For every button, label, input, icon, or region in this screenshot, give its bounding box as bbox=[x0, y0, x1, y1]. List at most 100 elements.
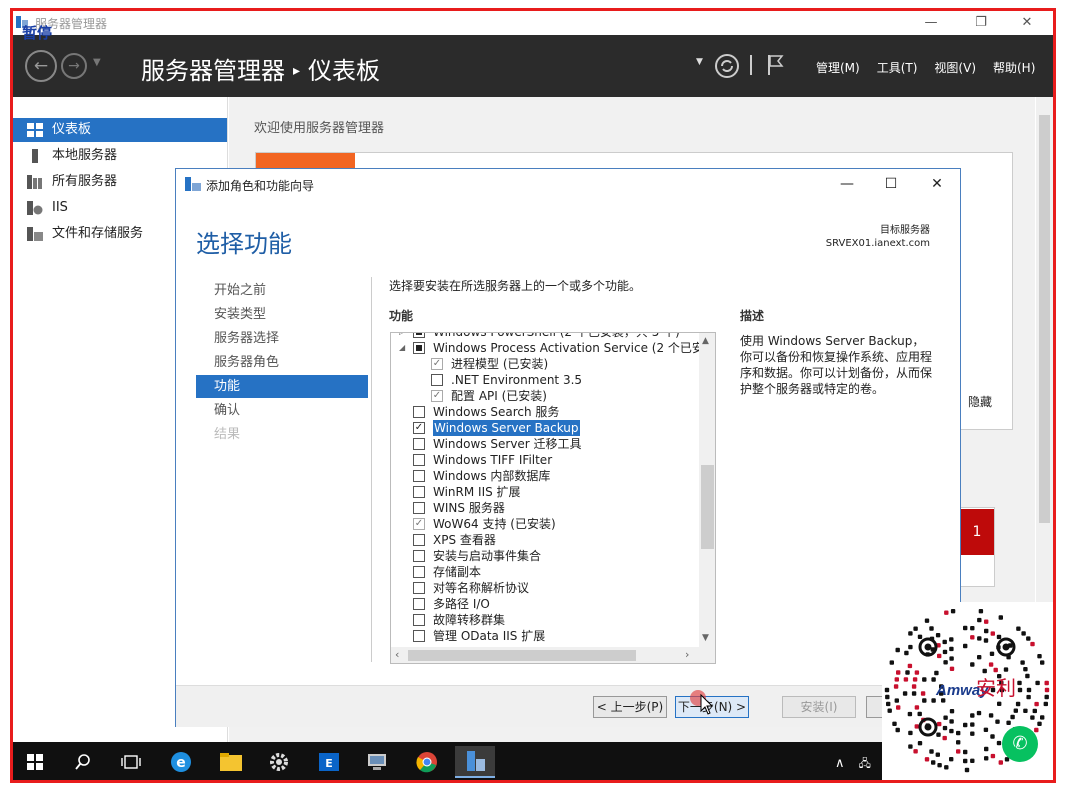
feature-row[interactable]: 存储副本 bbox=[391, 564, 699, 580]
task-view-button[interactable] bbox=[111, 746, 151, 778]
close-button[interactable]: ✕ bbox=[1005, 13, 1049, 33]
breadcrumb-root[interactable]: 服务器管理器 bbox=[141, 57, 285, 85]
sidebar-item-local-server[interactable]: 本地服务器 bbox=[13, 144, 227, 168]
step-server-selection[interactable]: 服务器选择 bbox=[196, 327, 368, 350]
feature-row[interactable]: 安装与启动事件集合 bbox=[391, 548, 699, 564]
sidebar-item-label: 仪表板 bbox=[52, 122, 92, 137]
step-installation-type[interactable]: 安装类型 bbox=[196, 303, 368, 326]
feature-checkbox[interactable]: ✓ bbox=[431, 358, 443, 370]
feature-row[interactable]: ✓ 进程模型 (已安装) bbox=[391, 356, 699, 372]
menu-view[interactable]: 视图(V) bbox=[934, 61, 976, 75]
hide-link[interactable]: 隐藏 bbox=[968, 393, 992, 410]
feature-checkbox[interactable] bbox=[413, 598, 425, 610]
feature-checkbox[interactable]: ✓ bbox=[431, 390, 443, 402]
feature-row[interactable]: ✓ 配置 API (已安装) bbox=[391, 388, 699, 404]
taskbar-file-explorer[interactable] bbox=[211, 746, 251, 778]
taskbar-search-button[interactable] bbox=[63, 746, 103, 778]
minimize-button[interactable]: — bbox=[909, 13, 953, 33]
scroll-down-icon[interactable]: ▼ bbox=[702, 633, 709, 643]
feature-checkbox[interactable] bbox=[413, 566, 425, 578]
feature-row[interactable]: ◢ Windows Process Activation Service (2 个… bbox=[391, 340, 699, 356]
feature-checkbox[interactable] bbox=[413, 454, 425, 466]
feature-label: 多路径 I/O bbox=[433, 597, 490, 611]
menu-help[interactable]: 帮助(H) bbox=[993, 61, 1035, 75]
feature-checkbox[interactable] bbox=[413, 406, 425, 418]
feature-checkbox[interactable] bbox=[413, 470, 425, 482]
feature-checkbox[interactable] bbox=[431, 374, 443, 386]
status-badge[interactable]: 1 bbox=[960, 509, 994, 555]
wizard-maximize-button[interactable]: ☐ bbox=[876, 174, 906, 194]
tray-chevron-icon[interactable]: ∧ bbox=[835, 756, 845, 771]
feature-row[interactable]: WINS 服务器 bbox=[391, 500, 699, 516]
taskbar-network[interactable] bbox=[357, 746, 397, 778]
back-button[interactable]: ← bbox=[25, 50, 57, 82]
feature-row[interactable]: Windows Search 服务 bbox=[391, 404, 699, 420]
menu-tools[interactable]: 工具(T) bbox=[877, 61, 918, 75]
taskbar-exchange[interactable]: E bbox=[309, 746, 349, 778]
feature-checkbox[interactable] bbox=[413, 333, 425, 338]
feature-row[interactable]: .NET Environment 3.5 bbox=[391, 372, 699, 388]
wizard-minimize-button[interactable]: — bbox=[832, 174, 862, 194]
expand-toggle-icon[interactable]: ▷ bbox=[399, 333, 405, 340]
network-tray-icon[interactable]: 🖧 bbox=[859, 757, 871, 770]
feature-checkbox[interactable] bbox=[413, 502, 425, 514]
feature-row[interactable]: 多路径 I/O bbox=[391, 596, 699, 612]
menu-manage[interactable]: 管理(M) bbox=[816, 61, 860, 75]
feature-row[interactable]: 对等名称解析协议 bbox=[391, 580, 699, 596]
feature-row[interactable]: Windows 内部数据库 bbox=[391, 468, 699, 484]
feature-label: Windows Process Activation Service (2 个已… bbox=[433, 341, 699, 355]
feature-row[interactable]: WinRM IIS 扩展 bbox=[391, 484, 699, 500]
refresh-icon[interactable] bbox=[714, 53, 740, 79]
scroll-right-icon[interactable]: › bbox=[685, 648, 689, 661]
expand-toggle-icon[interactable]: ◢ bbox=[399, 340, 405, 356]
taskbar-settings[interactable] bbox=[259, 746, 299, 778]
feature-checkbox[interactable] bbox=[413, 534, 425, 546]
flag-icon[interactable] bbox=[766, 53, 786, 77]
scrollbar-thumb[interactable] bbox=[701, 465, 714, 549]
feature-row[interactable]: 故障转移群集 bbox=[391, 612, 699, 628]
step-features[interactable]: 功能 bbox=[196, 375, 368, 398]
feature-checkbox[interactable] bbox=[413, 630, 425, 642]
feature-checkbox[interactable] bbox=[413, 550, 425, 562]
wechat-icon: ✆ bbox=[1002, 726, 1038, 762]
wizard-button-bar: < 上一步(P) 下一步(N) > 安装(I) bbox=[176, 685, 960, 727]
features-hscrollbar[interactable]: ‹ › bbox=[391, 647, 715, 663]
feature-checkbox[interactable] bbox=[413, 582, 425, 594]
feature-row[interactable]: ▷ Windows PowerShell (2 个已安装，共 5 个) bbox=[391, 333, 699, 340]
taskbar-chrome[interactable] bbox=[407, 746, 447, 778]
feature-label: WINS 服务器 bbox=[433, 501, 505, 515]
feature-row[interactable]: ✓ WoW64 支持 (已安装) bbox=[391, 516, 699, 532]
sidebar-item-dashboard[interactable]: 仪表板 bbox=[13, 118, 227, 142]
history-dropdown-icon[interactable]: ▼ bbox=[93, 57, 101, 68]
previous-button[interactable]: < 上一步(P) bbox=[593, 696, 667, 718]
feature-row[interactable]: Windows Server 迁移工具 bbox=[391, 436, 699, 452]
taskbar-edge[interactable]: e bbox=[161, 746, 201, 778]
scroll-up-icon[interactable]: ▲ bbox=[702, 336, 709, 346]
step-results: 结果 bbox=[214, 427, 241, 442]
feature-checkbox[interactable]: ✓ bbox=[413, 422, 425, 434]
notification-dropdown-icon[interactable]: ▼ bbox=[696, 57, 703, 67]
feature-row[interactable]: ✓ Windows Server Backup bbox=[391, 420, 699, 436]
scrollbar-thumb[interactable] bbox=[1039, 115, 1050, 523]
feature-checkbox[interactable] bbox=[413, 342, 425, 354]
restore-button[interactable]: ❐ bbox=[959, 13, 1003, 33]
feature-row[interactable]: Windows TIFF IFilter bbox=[391, 452, 699, 468]
feature-row[interactable]: 管理 OData IIS 扩展 bbox=[391, 628, 699, 644]
features-tree[interactable]: ▷ Windows PowerShell (2 个已安装，共 5 个) ◢ Windo… bbox=[390, 332, 716, 664]
feature-checkbox[interactable] bbox=[413, 614, 425, 626]
taskbar-server-manager[interactable] bbox=[455, 746, 495, 778]
step-before-you-begin[interactable]: 开始之前 bbox=[196, 279, 368, 302]
scroll-left-icon[interactable]: ‹ bbox=[395, 648, 399, 661]
feature-checkbox[interactable]: ✓ bbox=[413, 518, 425, 530]
start-button[interactable] bbox=[15, 746, 55, 778]
feature-checkbox[interactable] bbox=[413, 438, 425, 450]
feature-checkbox[interactable] bbox=[413, 486, 425, 498]
forward-button[interactable]: → bbox=[61, 53, 87, 79]
step-confirmation[interactable]: 确认 bbox=[196, 399, 368, 422]
feature-row[interactable]: XPS 查看器 bbox=[391, 532, 699, 548]
gear-icon bbox=[270, 753, 288, 771]
scrollbar-thumb[interactable] bbox=[408, 650, 636, 661]
features-vscrollbar[interactable]: ▲ ▼ bbox=[699, 333, 715, 647]
step-server-roles[interactable]: 服务器角色 bbox=[196, 351, 368, 374]
wizard-close-button[interactable]: ✕ bbox=[922, 174, 952, 194]
